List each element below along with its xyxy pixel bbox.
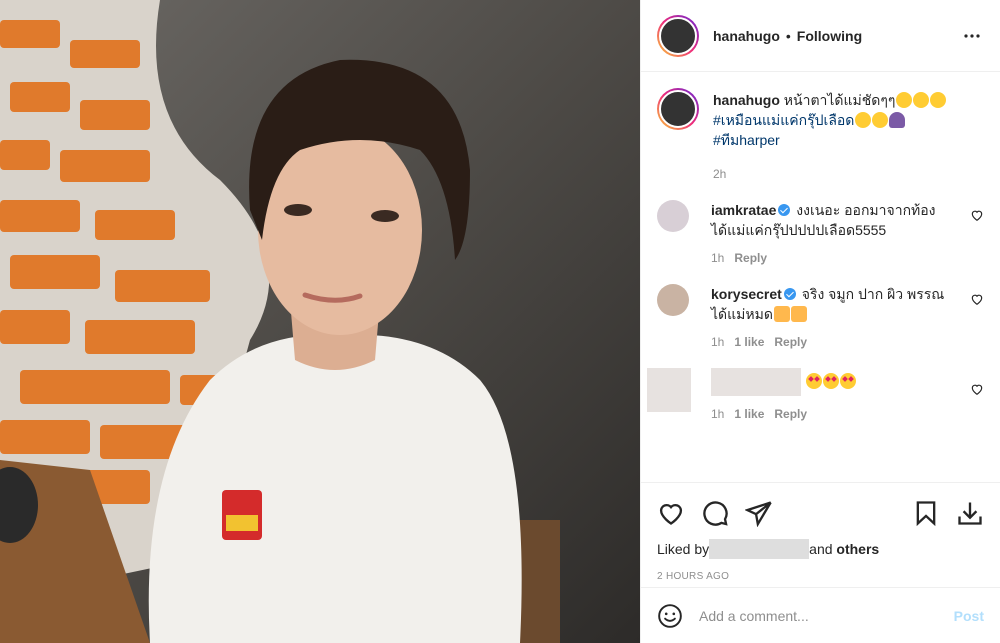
comment-likes-count[interactable]: 1 like bbox=[734, 404, 764, 424]
share-icon[interactable] bbox=[745, 499, 773, 527]
post-photo[interactable] bbox=[0, 0, 640, 643]
header-separator: • bbox=[785, 27, 791, 44]
comment-item: 1h 1 like Reply bbox=[647, 368, 984, 424]
verified-badge-icon bbox=[778, 204, 791, 216]
raising-hands-emoji-icon bbox=[790, 306, 807, 322]
comment-time[interactable]: 1h bbox=[711, 248, 724, 268]
liked-by-and: and bbox=[809, 541, 833, 557]
liked-by-others-link[interactable]: others bbox=[836, 541, 879, 557]
add-comment-input[interactable] bbox=[699, 607, 954, 624]
reply-button[interactable]: Reply bbox=[774, 332, 807, 352]
comment-like-heart-icon[interactable] bbox=[970, 292, 984, 306]
caption-text: หน้าตาได้แม่ชัดๆๆ bbox=[783, 92, 896, 108]
rofl-emoji-icon bbox=[855, 112, 872, 128]
star-struck-emoji-icon bbox=[839, 372, 856, 389]
reply-button[interactable]: Reply bbox=[774, 404, 807, 424]
post-comment-button[interactable]: Post bbox=[954, 608, 984, 624]
joy-emoji-icon bbox=[872, 112, 889, 128]
author-avatar[interactable] bbox=[657, 14, 699, 57]
sweat-smile-emoji-icon bbox=[930, 92, 947, 108]
caption: hanahugo หน้าตาได้แม่ชัดๆๆ #เหมือนแม่แค่… bbox=[657, 88, 984, 184]
bookmark-icon[interactable] bbox=[912, 499, 940, 527]
comment-likes-count[interactable]: 1 like bbox=[734, 332, 764, 352]
comment-icon[interactable] bbox=[701, 499, 729, 527]
author-avatar-image bbox=[659, 16, 697, 55]
joy-emoji-icon bbox=[913, 92, 930, 108]
post-side-panel: hanahugo • Following hanahugo หน้าตาได้แ… bbox=[640, 0, 1000, 643]
raising-hands-emoji-icon bbox=[773, 306, 790, 322]
rofl-emoji-icon bbox=[896, 92, 913, 108]
caption-username[interactable]: hanahugo bbox=[713, 92, 780, 108]
person-emoji-icon bbox=[889, 112, 906, 128]
commenter-username[interactable]: iamkratae bbox=[711, 202, 776, 218]
follow-status-button[interactable]: Following bbox=[797, 28, 862, 44]
comment-item: iamkratae งงเนอะ ออกมาจากท้อง ได้แม่แค่ก… bbox=[657, 200, 984, 268]
post-actions: Liked by and others 2 HOURS AGO bbox=[641, 482, 1000, 582]
smiley-icon[interactable] bbox=[657, 603, 683, 629]
comment-time[interactable]: 1h bbox=[711, 404, 724, 424]
post-photo-image bbox=[0, 0, 640, 643]
caption-avatar-image bbox=[659, 90, 697, 128]
add-comment-bar: Post bbox=[641, 587, 1000, 643]
comment-item: korysecret จริง จมูก ปาก ผิว พรรณ ได้แม่… bbox=[657, 284, 984, 352]
commenter-avatar[interactable] bbox=[657, 284, 689, 316]
comments-list[interactable]: hanahugo หน้าตาได้แม่ชัดๆๆ #เหมือนแม่แค่… bbox=[641, 72, 1000, 482]
post-timestamp[interactable]: 2 HOURS AGO bbox=[657, 571, 984, 582]
verified-badge-icon bbox=[783, 288, 796, 300]
redacted-liker-name[interactable] bbox=[709, 539, 810, 559]
liked-by-summary: Liked by and others bbox=[657, 539, 984, 559]
star-struck-emoji-icon bbox=[822, 372, 839, 389]
comment-like-heart-icon[interactable] bbox=[970, 208, 984, 222]
download-icon[interactable] bbox=[956, 499, 984, 527]
hashtag-link[interactable]: #เหมือนแม่แค่กรุ๊ปเลือด bbox=[713, 112, 854, 128]
author-username[interactable]: hanahugo bbox=[713, 28, 780, 44]
commenter-avatar[interactable] bbox=[657, 200, 689, 232]
redacted-username[interactable] bbox=[711, 368, 801, 396]
instagram-post: hanahugo • Following hanahugo หน้าตาได้แ… bbox=[0, 0, 1000, 643]
commenter-username[interactable]: korysecret bbox=[711, 286, 782, 302]
more-options-icon[interactable] bbox=[960, 24, 984, 48]
post-header: hanahugo • Following bbox=[641, 0, 1000, 72]
caption-avatar[interactable] bbox=[657, 88, 699, 130]
comment-time[interactable]: 1h bbox=[711, 332, 724, 352]
redacted-avatar[interactable] bbox=[647, 368, 691, 412]
heart-icon[interactable] bbox=[657, 499, 685, 527]
hashtag-link[interactable]: #ทีมharper bbox=[713, 132, 780, 148]
reply-button[interactable]: Reply bbox=[734, 248, 767, 268]
liked-by-prefix: Liked by bbox=[657, 541, 710, 557]
comment-like-heart-icon[interactable] bbox=[970, 382, 984, 396]
caption-time[interactable]: 2h bbox=[713, 164, 726, 184]
star-struck-emoji-icon bbox=[805, 372, 822, 389]
